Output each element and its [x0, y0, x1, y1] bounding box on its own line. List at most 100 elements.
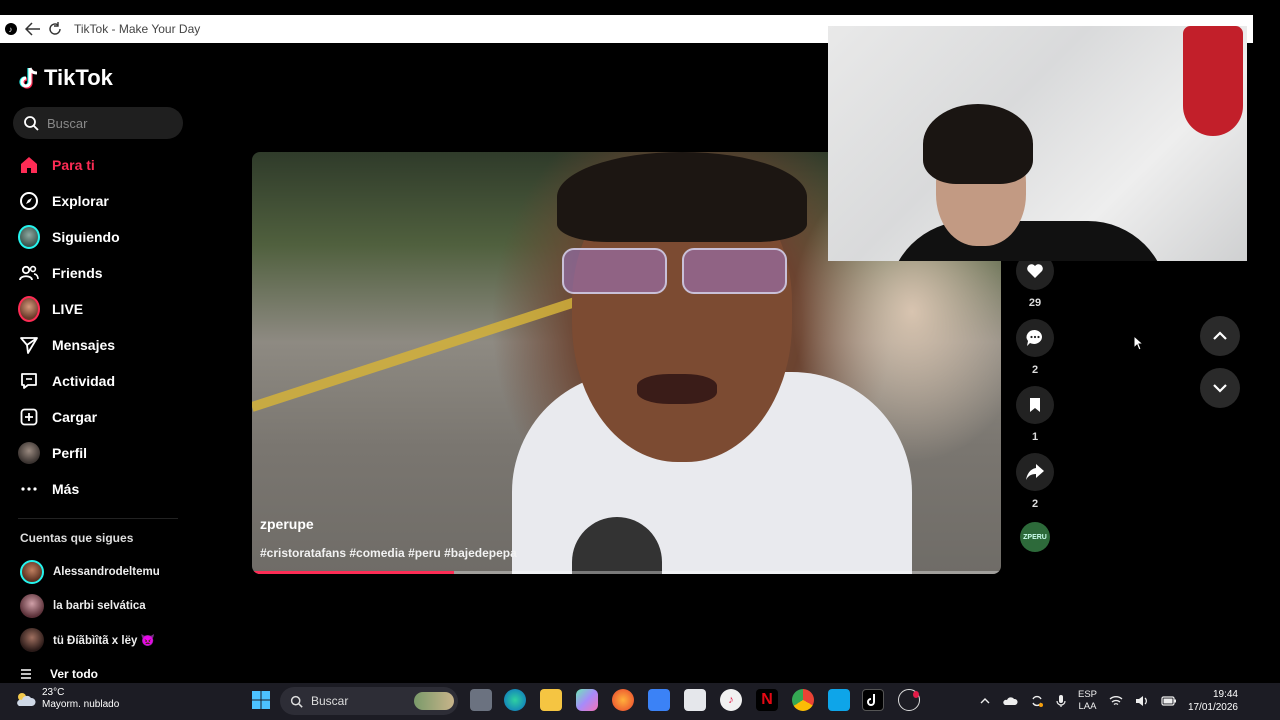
see-all-label: Ver todo [50, 667, 99, 681]
nav-item-para-ti[interactable]: Para ti [0, 147, 200, 183]
webcam-overlay [828, 26, 1247, 261]
video-username[interactable]: zperupe [260, 516, 314, 532]
account-name: la barbi selvática [53, 600, 146, 612]
following-list: Alessandrodeltemu la barbi selvática tü … [0, 555, 200, 657]
nav-item-siguiendo[interactable]: Siguiendo [0, 219, 200, 255]
webcam-scene-red-cloth [1183, 26, 1243, 136]
nav-item-actividad[interactable]: Actividad [0, 363, 200, 399]
share-count: 2 [1031, 498, 1039, 510]
creator-avatar[interactable]: ZPERU [1020, 522, 1050, 552]
netflix-icon[interactable]: N [756, 689, 778, 711]
top-strip [0, 0, 1280, 15]
previous-video-button[interactable] [1200, 316, 1240, 356]
compass-icon [18, 190, 40, 212]
nav-item-live[interactable]: LIVE [0, 291, 200, 327]
clock-date: 17/01/2026 [1187, 702, 1238, 713]
svg-text:♪: ♪ [9, 25, 13, 34]
video-progress-bar[interactable] [252, 571, 1001, 574]
video-scene-road-line [252, 290, 596, 412]
nav-item-friends[interactable]: Friends [0, 255, 200, 291]
task-view-icon[interactable] [470, 689, 492, 711]
nav-label: Friends [52, 265, 103, 281]
home-icon [18, 154, 40, 176]
window-title: TikTok - Make Your Day [74, 22, 201, 36]
comment-button[interactable] [1016, 319, 1054, 357]
bookmark-icon [1030, 398, 1040, 412]
save-count: 1 [1031, 431, 1039, 443]
weather-widget[interactable]: 23°C Mayorm. nublado [14, 687, 119, 711]
input-language[interactable]: ESP LAA [1078, 689, 1097, 713]
mouse-cursor-icon [1133, 335, 1145, 351]
firefox-icon[interactable] [612, 689, 634, 711]
tiktok-taskbar-icon[interactable] [862, 689, 884, 711]
account-avatar [20, 594, 44, 618]
nav-label: Cargar [52, 409, 98, 425]
back-arrow-icon[interactable] [22, 15, 44, 43]
nav-label: Explorar [52, 193, 109, 209]
clock-time: 19:44 [1212, 689, 1238, 700]
save-action[interactable]: 1 [1015, 386, 1055, 453]
file-explorer-icon[interactable] [540, 689, 562, 711]
account-avatar [20, 560, 44, 584]
nav-label: Perfil [52, 445, 88, 461]
live-avatar-icon [18, 296, 40, 322]
copilot-icon[interactable] [576, 689, 598, 711]
comment-action[interactable]: 2 [1015, 319, 1055, 386]
followed-account[interactable]: Alessandrodeltemu [0, 555, 200, 589]
sync-icon[interactable] [1030, 694, 1044, 708]
refresh-icon[interactable] [44, 15, 66, 43]
share-action[interactable]: 2 [1015, 453, 1055, 520]
microphone-icon[interactable] [1056, 694, 1066, 708]
app-window-icon[interactable] [828, 689, 850, 711]
followed-account[interactable]: la barbi selvática [0, 589, 200, 623]
chrome-icon[interactable] [792, 689, 814, 711]
itunes-icon[interactable]: ♪ [720, 689, 742, 711]
nav-item-cargar[interactable]: Cargar [0, 399, 200, 435]
edge-browser-icon[interactable] [504, 689, 526, 711]
search-box[interactable]: Buscar [13, 107, 183, 139]
following-section-title: Cuentas que sigues [20, 531, 134, 545]
nav-label: Más [52, 481, 80, 497]
account-name: tü Ðíãbìîtã x lëy 👿 [53, 635, 155, 647]
search-input[interactable]: Buscar [47, 116, 87, 131]
battery-icon[interactable] [1161, 695, 1177, 707]
see-all-link[interactable]: Ver todo [20, 667, 98, 681]
snipping-tool-icon[interactable] [684, 689, 706, 711]
tiktok-app-icon: ♪ [0, 15, 22, 43]
profile-avatar-icon [18, 442, 40, 464]
microsoft-store-icon[interactable] [648, 689, 670, 711]
lang-layout: LAA [1078, 701, 1097, 712]
upload-icon [18, 406, 40, 428]
screen: ♪ TikTok - Make Your Day TikTok Buscar P… [0, 0, 1280, 720]
nav-item-explorar[interactable]: Explorar [0, 183, 200, 219]
onedrive-cloud-icon[interactable] [1002, 695, 1018, 707]
account-name: Alessandrodeltemu [53, 566, 160, 578]
taskbar-clock[interactable]: 19:44 17/01/2026 [1186, 688, 1238, 714]
video-scene-hair [557, 152, 807, 242]
chevron-up-icon[interactable] [980, 697, 990, 705]
right-strip [1253, 15, 1280, 720]
like-action[interactable]: 29 [1015, 252, 1055, 319]
wifi-icon[interactable] [1109, 695, 1123, 707]
nav-item-mas[interactable]: Más [0, 471, 200, 507]
nav-item-mensajes[interactable]: Mensajes [0, 327, 200, 363]
tiktok-logo[interactable]: TikTok [18, 65, 113, 91]
video-progress-fill [252, 571, 455, 574]
nav-label: Actividad [52, 373, 116, 389]
weather-desc: Mayorm. nublado [42, 699, 120, 710]
sidebar-divider [18, 518, 178, 519]
nav-item-perfil[interactable]: Perfil [0, 435, 200, 471]
share-button[interactable] [1016, 453, 1054, 491]
volume-icon[interactable] [1135, 695, 1149, 707]
save-button[interactable] [1016, 386, 1054, 424]
next-video-button[interactable] [1200, 368, 1240, 408]
video-hashtags[interactable]: #cristoratafans #comedia #peru #bajedepe… [260, 546, 517, 560]
more-icon [18, 478, 40, 500]
recorder-icon[interactable] [898, 689, 920, 711]
nav-label: Mensajes [52, 337, 116, 353]
taskbar-pinned-apps: ♪ N [248, 687, 928, 715]
followed-account[interactable]: tü Ðíãbìîtã x lëy 👿 [0, 623, 200, 657]
weather-temp: 23°C [42, 687, 65, 698]
comment-count: 2 [1031, 364, 1039, 376]
brand-name: TikTok [44, 65, 113, 90]
